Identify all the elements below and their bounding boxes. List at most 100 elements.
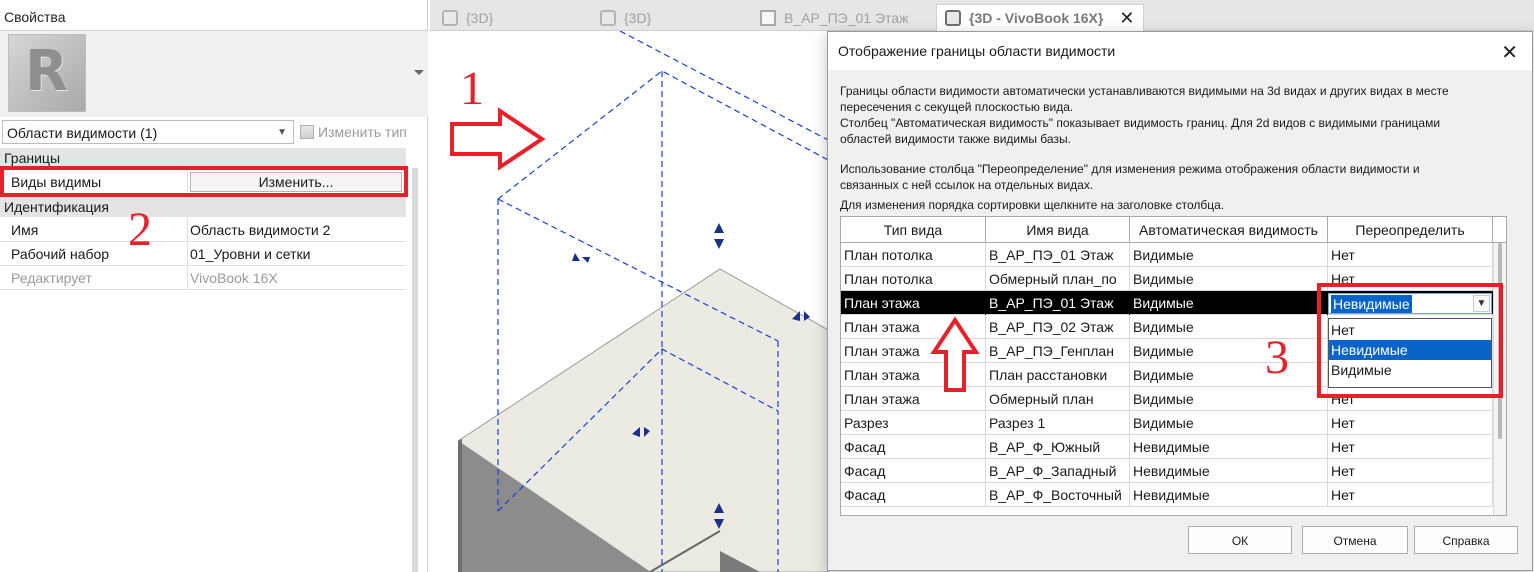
table-row[interactable]: План потолка В_АР_ПЭ_01 Этаж Видимые Нет xyxy=(841,243,1493,267)
prop-key: Рабочий набор xyxy=(11,246,110,262)
table-row[interactable]: Фасад В_АР_Ф_Южный Невидимые Нет xyxy=(841,435,1493,459)
annotation-arrow-1 xyxy=(450,107,546,171)
section-header-granitsy[interactable]: Границы xyxy=(0,148,406,168)
table-cell: Обмерный план_по xyxy=(986,267,1130,291)
section-header-identification[interactable]: Идентификация xyxy=(0,197,406,217)
table-cell: Видимые xyxy=(1130,339,1328,363)
table-cell: Обмерный план xyxy=(986,387,1130,411)
table-cell[interactable]: Нет xyxy=(1328,459,1493,483)
table-cell: Видимые xyxy=(1130,315,1328,339)
building-wall-edge xyxy=(458,439,462,572)
column-header-view-name[interactable]: Имя вида xyxy=(986,217,1130,243)
column-divider xyxy=(187,218,188,242)
table-cell: Видимые xyxy=(1130,387,1328,411)
table-cell: В_АР_ПЭ_Генплан xyxy=(986,339,1130,363)
prop-value: VivoBook 16X xyxy=(190,270,278,286)
column-header-auto-visibility[interactable]: Автоматическая видимость xyxy=(1130,217,1328,243)
table-cell: Невидимые xyxy=(1130,459,1328,483)
table-cell: В_АР_ПЭ_01 Этаж xyxy=(986,291,1130,315)
table-cell[interactable]: Нет xyxy=(1328,435,1493,459)
3d-view-icon xyxy=(442,9,458,26)
table-row[interactable]: Фасад В_АР_Ф_Западный Невидимые Нет xyxy=(841,459,1493,483)
cancel-button[interactable]: Отмена xyxy=(1302,526,1408,554)
info-text-2: пересечения с секущей плоскостью вида. xyxy=(840,100,1074,114)
tab-label: В_АР_ПЭ_01 Этаж xyxy=(784,9,909,26)
chevron-down-icon: ▼ xyxy=(277,127,287,138)
tab-floor-plan[interactable]: В_АР_ПЭ_01 Этаж xyxy=(752,4,932,31)
close-tab-icon[interactable]: ✕ xyxy=(1119,8,1134,29)
3d-model-drawing xyxy=(450,31,830,572)
properties-panel: Свойства R Области видимости (1) ▼ Измен… xyxy=(0,0,428,572)
table-cell: Видимые xyxy=(1130,291,1328,315)
tab-3d-2[interactable]: {3D} xyxy=(592,4,742,31)
type-preview-dropdown-icon[interactable] xyxy=(414,70,424,75)
ok-button[interactable]: ОК xyxy=(1188,526,1292,554)
column-header-override[interactable]: Переопределить xyxy=(1328,217,1493,243)
close-dialog-icon[interactable]: ✕ xyxy=(1501,40,1518,65)
type-selector-dropdown[interactable]: Области видимости (1) ▼ xyxy=(2,120,294,144)
revit-logo-icon: R xyxy=(8,34,86,112)
dialog-header: Отображение границы области видимости ✕ xyxy=(828,32,1532,70)
table-cell: В_АР_Ф_Южный xyxy=(986,435,1130,459)
properties-scrollbar[interactable] xyxy=(412,168,418,572)
annotation-number-2: 2 xyxy=(128,203,152,256)
prop-value: Область видимости 2 xyxy=(190,222,331,238)
table-cell: Видимые xyxy=(1130,411,1328,435)
tab-3d-1[interactable]: {3D} xyxy=(434,4,584,31)
annotation-arrow-up xyxy=(930,316,980,392)
info-text-1: Границы области видимости автоматически … xyxy=(840,84,1449,98)
annotation-number-3: 3 xyxy=(1265,331,1289,384)
column-header-view-type[interactable]: Тип вида xyxy=(841,217,986,243)
3d-view-icon xyxy=(600,9,616,26)
info-text-3: Столбец "Автоматическая видимость" показ… xyxy=(840,116,1441,130)
table-cell: Видимые xyxy=(1130,243,1328,267)
table-header: Тип вида Имя вида Автоматическая видимос… xyxy=(841,217,1506,243)
table-cell: В_АР_ПЭ_02 Этаж xyxy=(986,315,1130,339)
tab-label: {3D - VivoBook 16X} xyxy=(969,10,1104,26)
info-text-5: Использование столбца "Переопределение" … xyxy=(840,162,1420,176)
prop-row-workset[interactable]: Рабочий набор 01_Уровни и сетки xyxy=(0,242,406,266)
table-row[interactable]: Разрез Разрез 1 Видимые Нет xyxy=(841,411,1493,435)
prop-value: 01_Уровни и сетки xyxy=(190,246,311,262)
tab-3d-vivobook[interactable]: {3D - VivoBook 16X} ✕ xyxy=(936,4,1144,31)
section-label: Идентификация xyxy=(4,199,109,215)
table-cell: План потолка xyxy=(841,267,986,291)
edit-type-label: Изменить тип xyxy=(318,124,407,140)
floor-plan-icon xyxy=(760,9,776,26)
info-text-6: связанных с ней ссылок на отдельных вида… xyxy=(840,178,1094,192)
prop-row-edited-by: Редактирует VivoBook 16X xyxy=(0,266,406,290)
table-cell: Невидимые xyxy=(1130,435,1328,459)
table-cell: План расстановки xyxy=(986,363,1130,387)
table-cell: Видимые xyxy=(1130,363,1328,387)
info-text-4: областей видимости также видимы базы. xyxy=(840,132,1071,146)
type-selector-value: Области видимости (1) xyxy=(7,125,158,141)
table-cell: Видимые xyxy=(1130,267,1328,291)
section-label: Границы xyxy=(4,150,60,166)
highlight-box-3 xyxy=(1317,283,1503,398)
table-cell[interactable]: Нет xyxy=(1328,411,1493,435)
table-row[interactable]: Фасад В_АР_Ф_Восточный Невидимые Нет xyxy=(841,483,1493,507)
table-cell: В_АР_Ф_Восточный xyxy=(986,483,1130,507)
properties-title: Свойства xyxy=(4,9,66,25)
edit-type-button[interactable]: Изменить тип xyxy=(300,121,407,143)
table-cell: Фасад xyxy=(841,483,986,507)
view-tabs-bar: {3D} {3D} В_АР_ПЭ_01 Этаж {3D - VivoBook… xyxy=(430,0,1534,31)
table-cell: План этажа xyxy=(841,291,986,315)
table-cell: В_АР_Ф_Западный xyxy=(986,459,1130,483)
table-cell: В_АР_ПЭ_01 Этаж xyxy=(986,243,1130,267)
table-cell: Разрез xyxy=(841,411,986,435)
prop-row-name[interactable]: Имя Область видимости 2 xyxy=(0,218,406,242)
dialog-title: Отображение границы области видимости xyxy=(838,43,1116,59)
column-divider xyxy=(187,266,188,290)
table-cell: План потолка xyxy=(841,243,986,267)
table-cell[interactable]: Нет xyxy=(1328,483,1493,507)
annotation-number-1: 1 xyxy=(460,62,484,115)
table-cell[interactable]: Нет xyxy=(1328,243,1493,267)
help-button[interactable]: Справка xyxy=(1414,526,1518,554)
tab-label: {3D} xyxy=(466,9,494,26)
table-cell: Разрез 1 xyxy=(986,411,1130,435)
info-text-7: Для изменения порядка сортировки щелкнит… xyxy=(840,198,1225,212)
table-cell: Фасад xyxy=(841,459,986,483)
revit-window: Свойства R Области видимости (1) ▼ Измен… xyxy=(0,0,1534,572)
table-cell: Невидимые xyxy=(1130,483,1328,507)
